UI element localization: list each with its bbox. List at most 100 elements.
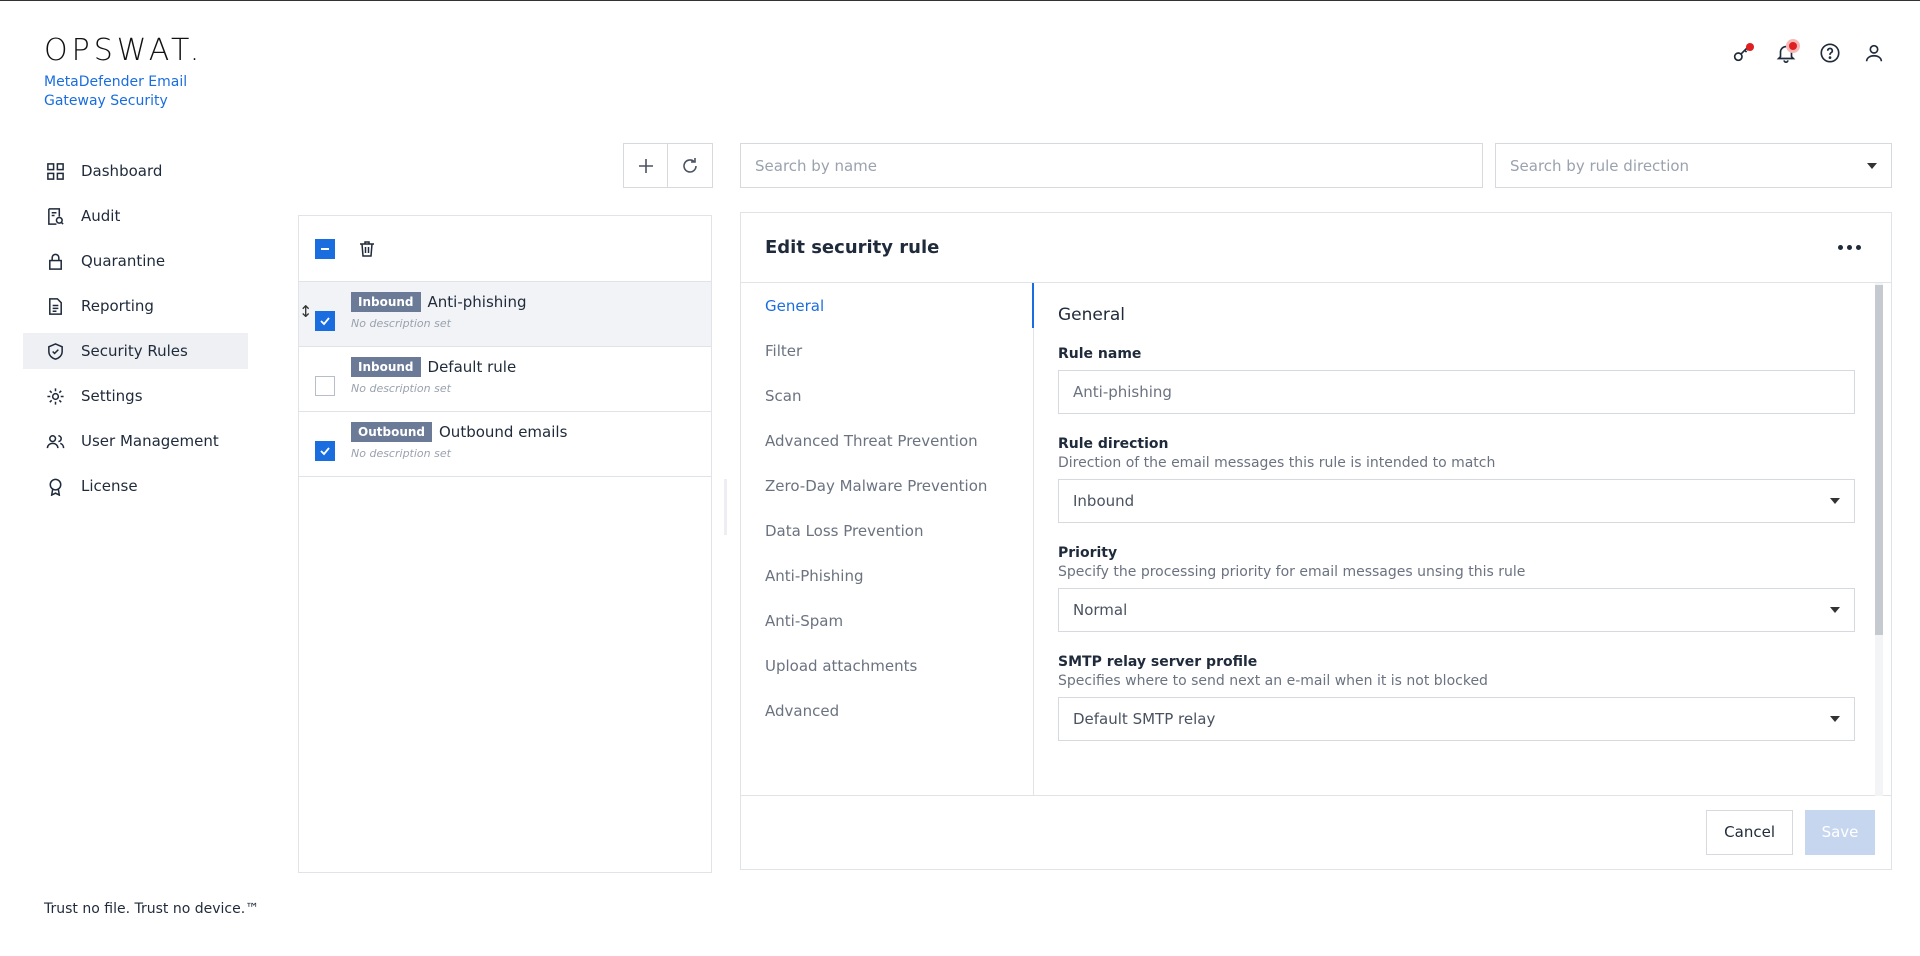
smtp-relay-field: SMTP relay server profile Specifies wher… bbox=[1058, 654, 1858, 741]
rule-name-value: Anti-phishing bbox=[1073, 383, 1172, 401]
tab-general[interactable]: General bbox=[741, 283, 1033, 328]
sidebar-item-user-management[interactable]: User Management bbox=[23, 423, 248, 459]
check-icon bbox=[320, 317, 330, 326]
field-help: Direction of the email messages this rul… bbox=[1058, 455, 1496, 471]
sidebar-item-license[interactable]: License bbox=[23, 468, 248, 504]
field-label: Priority bbox=[1058, 545, 1118, 561]
direction-badge: Inbound bbox=[351, 292, 421, 312]
save-button[interactable]: Save bbox=[1805, 809, 1875, 855]
bell-icon[interactable] bbox=[1774, 41, 1798, 65]
rule-info: Outbound Outbound emails No description … bbox=[351, 422, 567, 460]
award-icon bbox=[45, 476, 65, 496]
priority-field: Priority Specify the processing priority… bbox=[1058, 545, 1858, 632]
cancel-button[interactable]: Cancel bbox=[1706, 809, 1793, 855]
field-label: SMTP relay server profile bbox=[1058, 654, 1258, 670]
chevron-down-icon bbox=[1867, 162, 1877, 169]
top-toolbar bbox=[1730, 41, 1886, 65]
smtp-relay-select[interactable]: Default SMTP relay bbox=[1058, 697, 1855, 741]
brand-logo: OPSWAT. MetaDefender Email Gateway Secur… bbox=[44, 33, 204, 111]
help-icon[interactable] bbox=[1818, 41, 1842, 65]
sidebar-item-reporting[interactable]: Reporting bbox=[23, 288, 248, 324]
lock-icon bbox=[45, 251, 65, 271]
notification-dot bbox=[1746, 43, 1754, 51]
dashboard-icon bbox=[45, 161, 65, 181]
audit-icon bbox=[45, 206, 65, 226]
product-name: MetaDefender Email Gateway Security bbox=[44, 74, 188, 109]
smtp-relay-value: Default SMTP relay bbox=[1073, 710, 1216, 728]
chevron-down-icon bbox=[1830, 498, 1840, 504]
section-title: General bbox=[1058, 305, 1125, 325]
tab-data-loss-prevention[interactable]: Data Loss Prevention bbox=[741, 508, 1033, 553]
scrollbar-thumb[interactable] bbox=[1875, 285, 1883, 635]
rules-list-panel: ↕ Inbound Anti-phishing No description s… bbox=[298, 215, 712, 873]
rule-checkbox[interactable] bbox=[315, 311, 335, 331]
sidebar-item-label: License bbox=[81, 477, 138, 495]
direction-badge: Outbound bbox=[351, 422, 432, 442]
refresh-button[interactable] bbox=[668, 143, 713, 188]
gear-icon bbox=[45, 386, 65, 406]
key-icon[interactable] bbox=[1730, 41, 1754, 65]
direction-badge: Inbound bbox=[351, 357, 421, 377]
edit-panel-body: General Filter Scan Advanced Threat Prev… bbox=[741, 283, 1891, 796]
rule-checkbox[interactable] bbox=[315, 441, 335, 461]
tab-advanced[interactable]: Advanced bbox=[741, 688, 1033, 733]
sidebar-item-label: Settings bbox=[81, 387, 143, 405]
tab-advanced-threat-prevention[interactable]: Advanced Threat Prevention bbox=[741, 418, 1033, 463]
more-options-icon[interactable] bbox=[1832, 239, 1867, 256]
sidebar-item-label: Dashboard bbox=[81, 162, 163, 180]
tab-zero-day-malware-prevention[interactable]: Zero-Day Malware Prevention bbox=[741, 463, 1033, 508]
priority-select[interactable]: Normal bbox=[1058, 588, 1855, 632]
chevron-down-icon bbox=[1830, 716, 1840, 722]
notification-dot bbox=[1789, 42, 1797, 50]
rule-row-anti-phishing[interactable]: ↕ Inbound Anti-phishing No description s… bbox=[299, 282, 711, 347]
sidebar-nav: Dashboard Audit Quarantine Reporting Sec… bbox=[23, 153, 248, 513]
form-scrollbar[interactable] bbox=[1875, 283, 1883, 796]
active-tab-indicator bbox=[1032, 283, 1034, 328]
search-direction-select[interactable]: Search by rule direction bbox=[1495, 143, 1892, 188]
rule-name: Default rule bbox=[427, 358, 517, 376]
rule-name: Outbound emails bbox=[439, 423, 568, 441]
sidebar-item-label: User Management bbox=[81, 432, 219, 450]
sidebar-item-security-rules[interactable]: Security Rules bbox=[23, 333, 248, 369]
field-help: Specify the processing priority for emai… bbox=[1058, 564, 1526, 580]
search-name-input[interactable]: Search by name bbox=[740, 143, 1483, 188]
panel-splitter[interactable] bbox=[724, 479, 727, 535]
check-icon bbox=[320, 447, 330, 456]
sidebar-item-quarantine[interactable]: Quarantine bbox=[23, 243, 248, 279]
delete-icon[interactable] bbox=[357, 239, 377, 259]
edit-panel-footer: Cancel Save bbox=[741, 795, 1891, 869]
sidebar-item-audit[interactable]: Audit bbox=[23, 198, 248, 234]
rule-description: No description set bbox=[351, 382, 451, 395]
rule-name-field: Rule name Anti-phishing bbox=[1058, 346, 1858, 414]
resize-cursor-icon: ↕ bbox=[299, 302, 313, 321]
rule-direction-value: Inbound bbox=[1073, 492, 1135, 510]
tab-filter[interactable]: Filter bbox=[741, 328, 1033, 373]
plus-icon bbox=[638, 158, 653, 173]
tab-anti-spam[interactable]: Anti-Spam bbox=[741, 598, 1033, 643]
rule-row-default-rule[interactable]: Inbound Default rule No description set bbox=[299, 347, 711, 412]
rule-row-outbound-emails[interactable]: Outbound Outbound emails No description … bbox=[299, 412, 711, 477]
rule-name-input[interactable]: Anti-phishing bbox=[1058, 370, 1855, 414]
rule-direction-select[interactable]: Inbound bbox=[1058, 479, 1855, 523]
rule-checkbox[interactable] bbox=[315, 376, 335, 396]
refresh-icon bbox=[683, 157, 697, 173]
search-direction-placeholder: Search by rule direction bbox=[1510, 156, 1690, 175]
select-all-checkbox[interactable] bbox=[315, 238, 335, 259]
rules-toolbar bbox=[623, 143, 713, 188]
shield-check-icon bbox=[45, 341, 65, 361]
tab-anti-phishing[interactable]: Anti-Phishing bbox=[741, 553, 1033, 598]
document-icon bbox=[45, 296, 65, 316]
edit-panel-title: Edit security rule bbox=[765, 237, 940, 258]
tab-upload-attachments[interactable]: Upload attachments bbox=[741, 643, 1033, 688]
sidebar-item-settings[interactable]: Settings bbox=[23, 378, 248, 414]
sidebar-item-dashboard[interactable]: Dashboard bbox=[23, 153, 248, 189]
sidebar-item-label: Quarantine bbox=[81, 252, 166, 270]
minus-icon bbox=[321, 247, 329, 250]
rule-name: Anti-phishing bbox=[427, 293, 527, 311]
rule-description: No description set bbox=[351, 447, 451, 460]
add-rule-button[interactable] bbox=[623, 143, 668, 188]
user-icon[interactable] bbox=[1862, 41, 1886, 65]
general-form: General Rule name Anti-phishing Rule dir… bbox=[1058, 283, 1858, 796]
tab-scan[interactable]: Scan bbox=[741, 373, 1033, 418]
edit-rule-panel: Edit security rule General Filter Scan A… bbox=[740, 212, 1892, 870]
